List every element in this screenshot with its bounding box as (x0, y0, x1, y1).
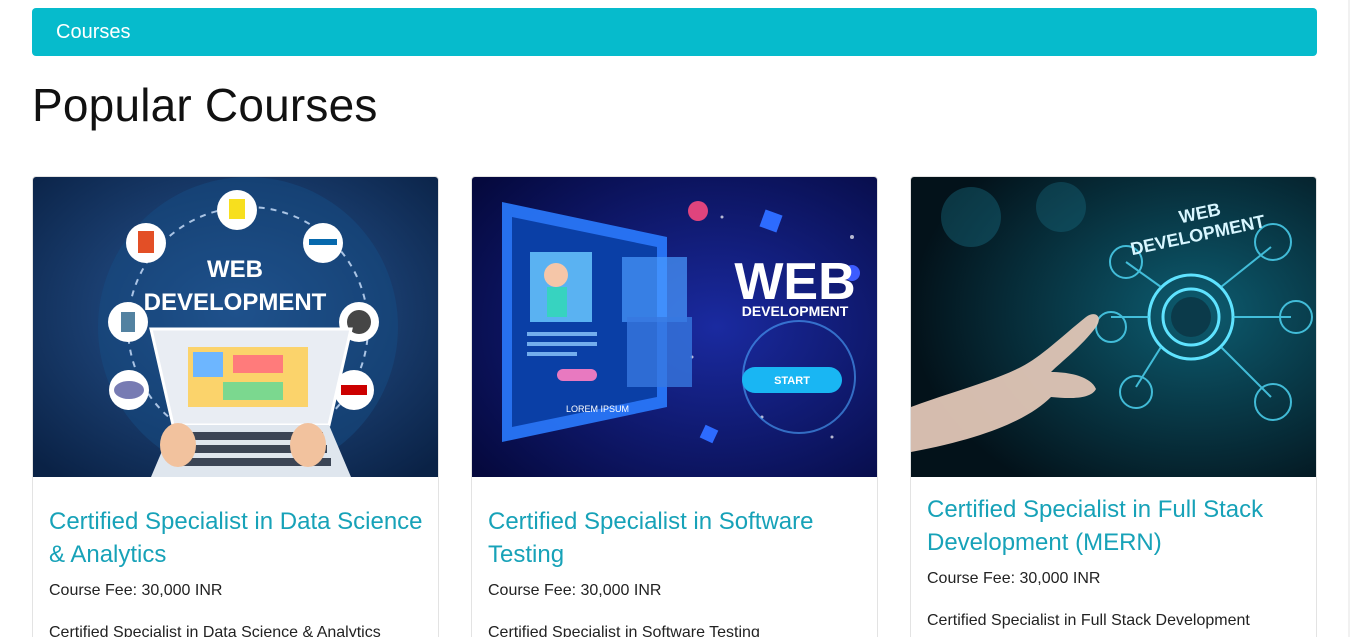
image-start-button: START (774, 375, 810, 387)
course-description: Certified Specialist in Data Science & A… (49, 624, 381, 637)
course-card-software-testing[interactable]: LOREM IPSUM WEB DEVELOPMENT START Certif… (471, 176, 878, 637)
page-title: Popular Courses (32, 79, 378, 131)
courses-header-bar: Courses (32, 8, 1317, 56)
image-text-development: DEVELOPMENT (742, 303, 849, 319)
image-text-development: DEVELOPMENT (144, 289, 327, 316)
course-image-software-testing[interactable]: LOREM IPSUM WEB DEVELOPMENT START (472, 177, 877, 477)
course-image-full-stack[interactable]: WEB DEVELOPMENT (911, 177, 1316, 477)
course-description: Certified Specialist in Full Stack Devel… (927, 612, 1250, 637)
course-description: Certified Specialist in Software Testing (488, 624, 760, 637)
course-title-link[interactable]: Certified Specialist in Full Stack Devel… (927, 493, 1302, 559)
course-card-data-science[interactable]: WEB DEVELOPMENT Certified Specialist in … (32, 176, 439, 637)
course-fee: Course Fee: 30,000 INR (49, 582, 223, 599)
header-title: Courses (56, 21, 131, 43)
course-fee: Course Fee: 30,000 INR (927, 570, 1101, 587)
course-title-link[interactable]: Certified Specialist in Software Testing (488, 505, 863, 571)
course-image-data-science[interactable]: WEB DEVELOPMENT (33, 177, 438, 477)
image-text-web: WEB (207, 256, 263, 283)
image-text-caption: LOREM IPSUM (566, 404, 629, 414)
course-fee: Course Fee: 30,000 INR (488, 582, 662, 599)
course-title-link[interactable]: Certified Specialist in Data Science & A… (49, 505, 424, 571)
course-card-full-stack[interactable]: WEB DEVELOPMENT Certified Specialist in … (910, 176, 1317, 637)
